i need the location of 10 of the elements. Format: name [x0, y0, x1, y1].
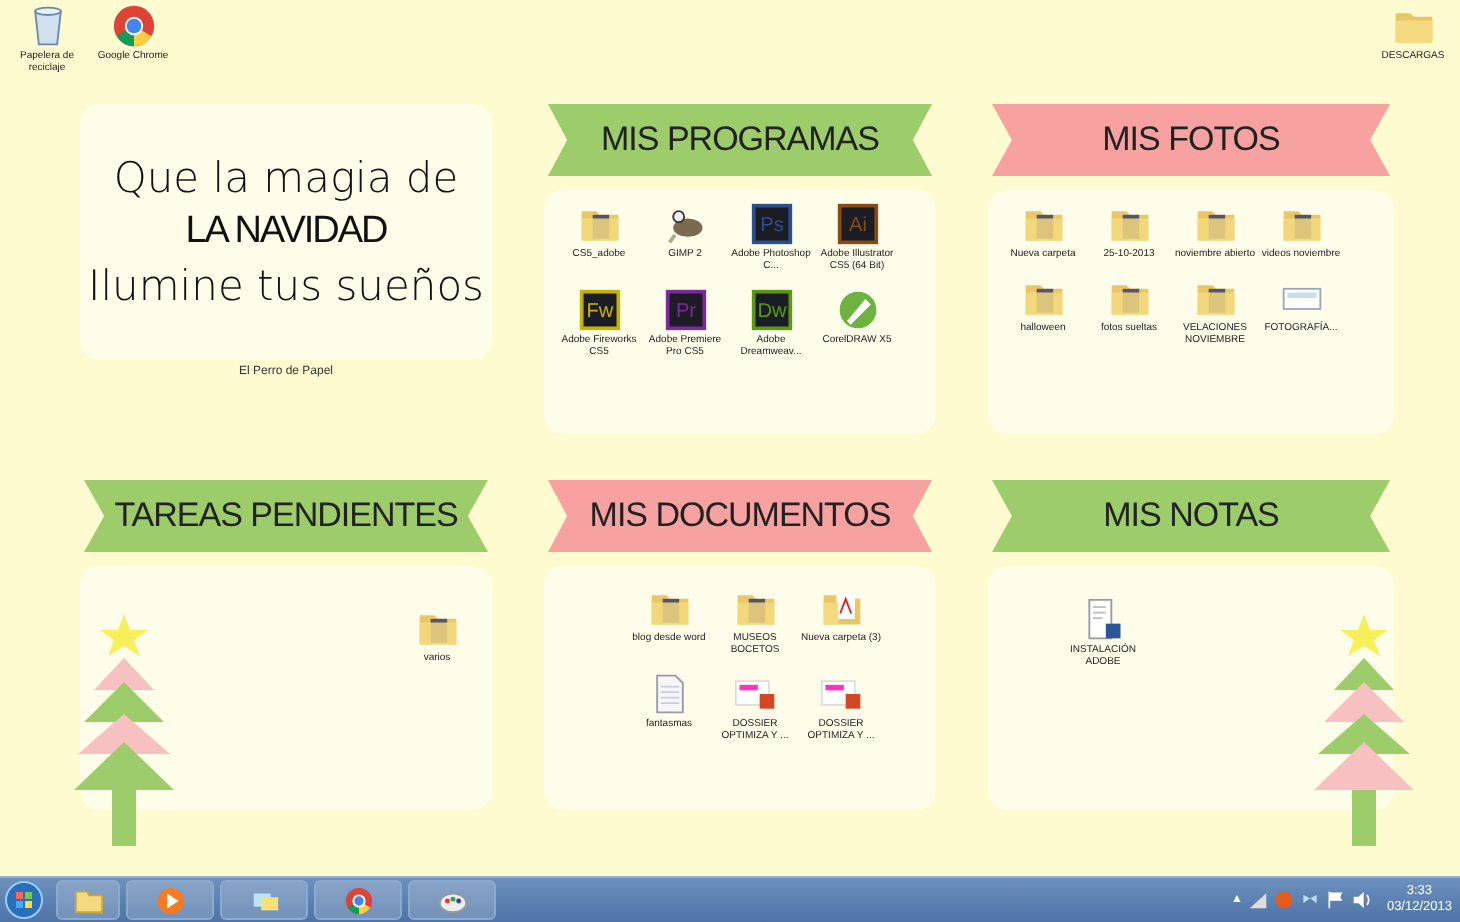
quote-line: Que la magia de	[113, 154, 459, 202]
quote-line: LA NAVIDAD	[185, 210, 387, 254]
section-banner: MIS NOTAS	[992, 480, 1390, 552]
section-banner: MIS FOTOS	[992, 104, 1390, 176]
app-icon[interactable]: Dw	[749, 288, 793, 332]
quote-line: Ilumine tus sueños	[88, 262, 484, 310]
app-icon[interactable]: Fw	[577, 288, 621, 332]
section-banner: MIS PROGRAMAS	[548, 104, 932, 176]
section-banner: MIS DOCUMENTOS	[548, 480, 932, 552]
section-banner: TAREAS PENDIENTES	[84, 480, 488, 552]
